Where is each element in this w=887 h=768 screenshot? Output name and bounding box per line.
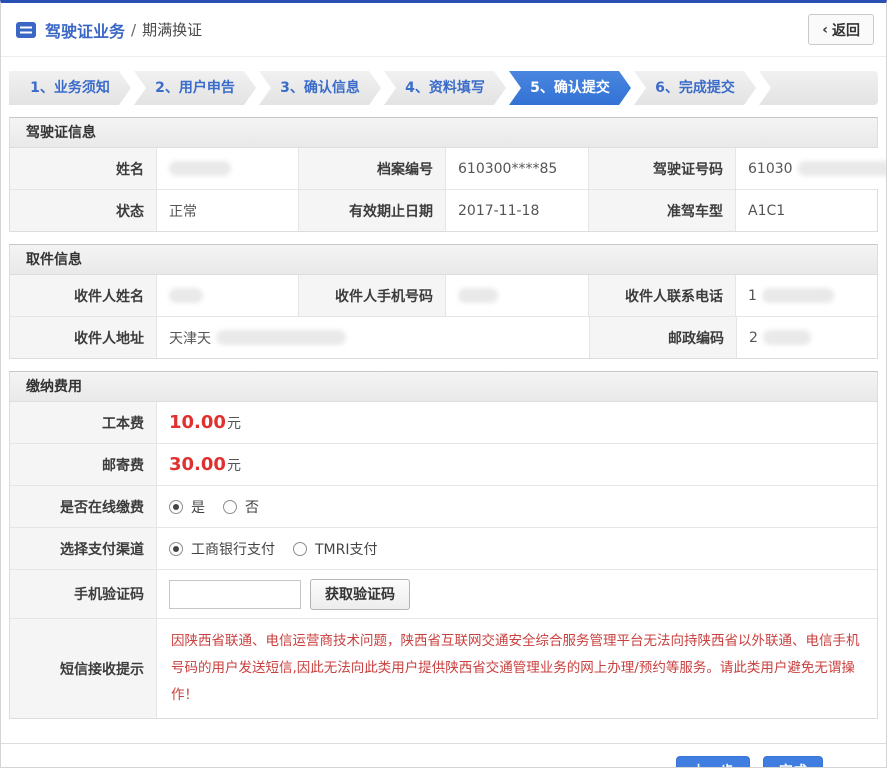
recipient-phone-value: 1 [736,275,877,316]
page-title: 驾驶证业务 [45,21,126,41]
radio-channel-tmri-label[interactable]: TMRI支付 [315,539,378,559]
license-number-value: 61030 [736,148,886,189]
get-sms-code-button[interactable]: 获取验证码 [310,578,410,610]
section-license-title: 驾驶证信息 [10,118,877,148]
name-value [157,148,299,189]
recipient-mobile-label: 收件人手机号码 [299,275,446,316]
table-row: 选择支付渠道 工商银行支付 TMRI支付 [10,527,877,569]
step-6-complete-submit: 6、完成提交 [634,71,756,105]
table-row: 手机验证码 获取验证码 [10,569,877,618]
sms-notice-label: 短信接收提示 [10,619,157,718]
section-pickup-info: 取件信息 收件人姓名 收件人手机号码 收件人联系电话 1 收件人地址 天津天 邮… [9,244,878,359]
postage-fee-unit: 元 [226,457,241,474]
back-button-label: 返回 [832,22,860,39]
expiry-date-value: 2017-11-18 [446,190,589,231]
step-2-user-declaration: 2、用户申告 [134,71,256,105]
table-row: 是否在线缴费 是 否 [10,485,877,527]
radio-channel-icbc[interactable] [169,541,183,556]
radio-online-pay-no[interactable] [223,499,237,514]
online-pay-label: 是否在线缴费 [10,486,157,527]
table-row: 收件人地址 天津天 邮政编码 2 [10,316,877,358]
sms-code-input[interactable] [169,579,301,609]
redacted-mobile [458,288,498,303]
step-5-confirm-submit-active: 5、确认提交 [509,71,631,105]
table-row: 工本费 10.00 元 [10,402,877,443]
work-fee-amount: 10.00 [169,412,226,433]
header: 驾驶证业务 / 期满换证 ‹ 返回 [1,3,886,57]
radio-online-pay-no-label[interactable]: 否 [245,497,259,517]
pay-channel-options: 工商银行支付 TMRI支付 [157,528,877,569]
vehicle-class-value: A1C1 [736,190,877,231]
breadcrumb-separator: / [131,20,137,39]
expiry-date-label: 有效期止日期 [299,190,446,231]
postage-fee-label: 邮寄费 [10,444,157,485]
recipient-name-value [157,275,299,316]
back-button[interactable]: ‹ 返回 [808,14,874,45]
vehicle-class-label: 准驾车型 [589,190,736,231]
section-payment: 缴纳费用 工本费 10.00 元 邮寄费 30.00 元 是否在线缴费 是 否 [9,371,878,719]
section-payment-title: 缴纳费用 [10,372,877,402]
redacted-phone [761,288,834,303]
radio-channel-icbc-label[interactable]: 工商银行支付 [191,539,275,559]
table-row: 短信接收提示 因陕西省联通、电信运营商技术问题，陕西省互联网交通安全综合服务管理… [10,618,877,718]
section-pickup-title: 取件信息 [10,245,877,275]
radio-online-pay-yes[interactable] [169,499,183,514]
step-3-confirm-info: 3、确认信息 [259,71,381,105]
recipient-name-label: 收件人姓名 [10,275,157,316]
sms-code-field: 获取验证码 [157,570,877,618]
step-4-fill-data: 4、资料填写 [384,71,506,105]
recipient-address-value: 天津天 [157,317,590,358]
work-fee-value: 10.00 元 [157,402,877,443]
recipient-phone-label: 收件人联系电话 [589,275,736,316]
table-row: 邮寄费 30.00 元 [10,443,877,485]
postcode-value: 2 [737,317,877,358]
license-number-label: 驾驶证号码 [589,148,736,189]
redacted-license-number [797,161,886,176]
finish-button[interactable]: 完成 [763,756,823,767]
postage-fee-value: 30.00 元 [157,444,877,485]
table-row: 收件人姓名 收件人手机号码 收件人联系电话 1 [10,275,877,316]
chevron-left-icon: ‹ [822,21,828,38]
form-list-icon [15,21,37,39]
sms-notice-value: 因陕西省联通、电信运营商技术问题，陕西省互联网交通安全综合服务管理平台无法向持陕… [157,619,877,718]
previous-step-button[interactable]: 上一步 [676,756,750,767]
page: 驾驶证业务 / 期满换证 ‹ 返回 1、业务须知 2、用户申告 3、确认信息 4… [0,0,887,768]
recipient-mobile-value [446,275,589,316]
wizard-steps: 1、业务须知 2、用户申告 3、确认信息 4、资料填写 5、确认提交 6、完成提… [9,71,878,105]
table-row: 状态 正常 有效期止日期 2017-11-18 准驾车型 A1C1 [10,189,877,231]
breadcrumb-current: 期满换证 [142,21,203,39]
footer-actions: 上一步 完成 [1,743,886,767]
name-label: 姓名 [10,148,157,189]
step-1-business-notice: 1、业务须知 [9,71,131,105]
recipient-address-label: 收件人地址 [10,317,157,358]
work-fee-label: 工本费 [10,402,157,443]
radio-online-pay-yes-label[interactable]: 是 [191,497,205,517]
sms-code-label: 手机验证码 [10,570,157,618]
redacted-recipient-name [169,288,203,303]
step-bar-filler [759,71,878,105]
status-value: 正常 [157,190,299,231]
section-license-info: 驾驶证信息 姓名 档案编号 610300****85 驾驶证号码 61030 状… [9,117,886,232]
redacted-address [216,330,346,345]
postcode-label: 邮政编码 [590,317,737,358]
postage-fee-amount: 30.00 [169,454,226,475]
pay-channel-label: 选择支付渠道 [10,528,157,569]
work-fee-unit: 元 [226,415,241,432]
file-number-label: 档案编号 [299,148,446,189]
status-label: 状态 [10,190,157,231]
online-pay-options: 是 否 [157,486,877,527]
redacted-postcode [762,330,811,345]
sms-notice-text: 因陕西省联通、电信运营商技术问题，陕西省互联网交通安全综合服务管理平台无法向持陕… [171,633,860,703]
radio-channel-tmri[interactable] [293,541,307,556]
table-row: 姓名 档案编号 610300****85 驾驶证号码 61030 [10,148,886,189]
file-number-value: 610300****85 [446,148,589,189]
redacted-name [169,161,231,176]
